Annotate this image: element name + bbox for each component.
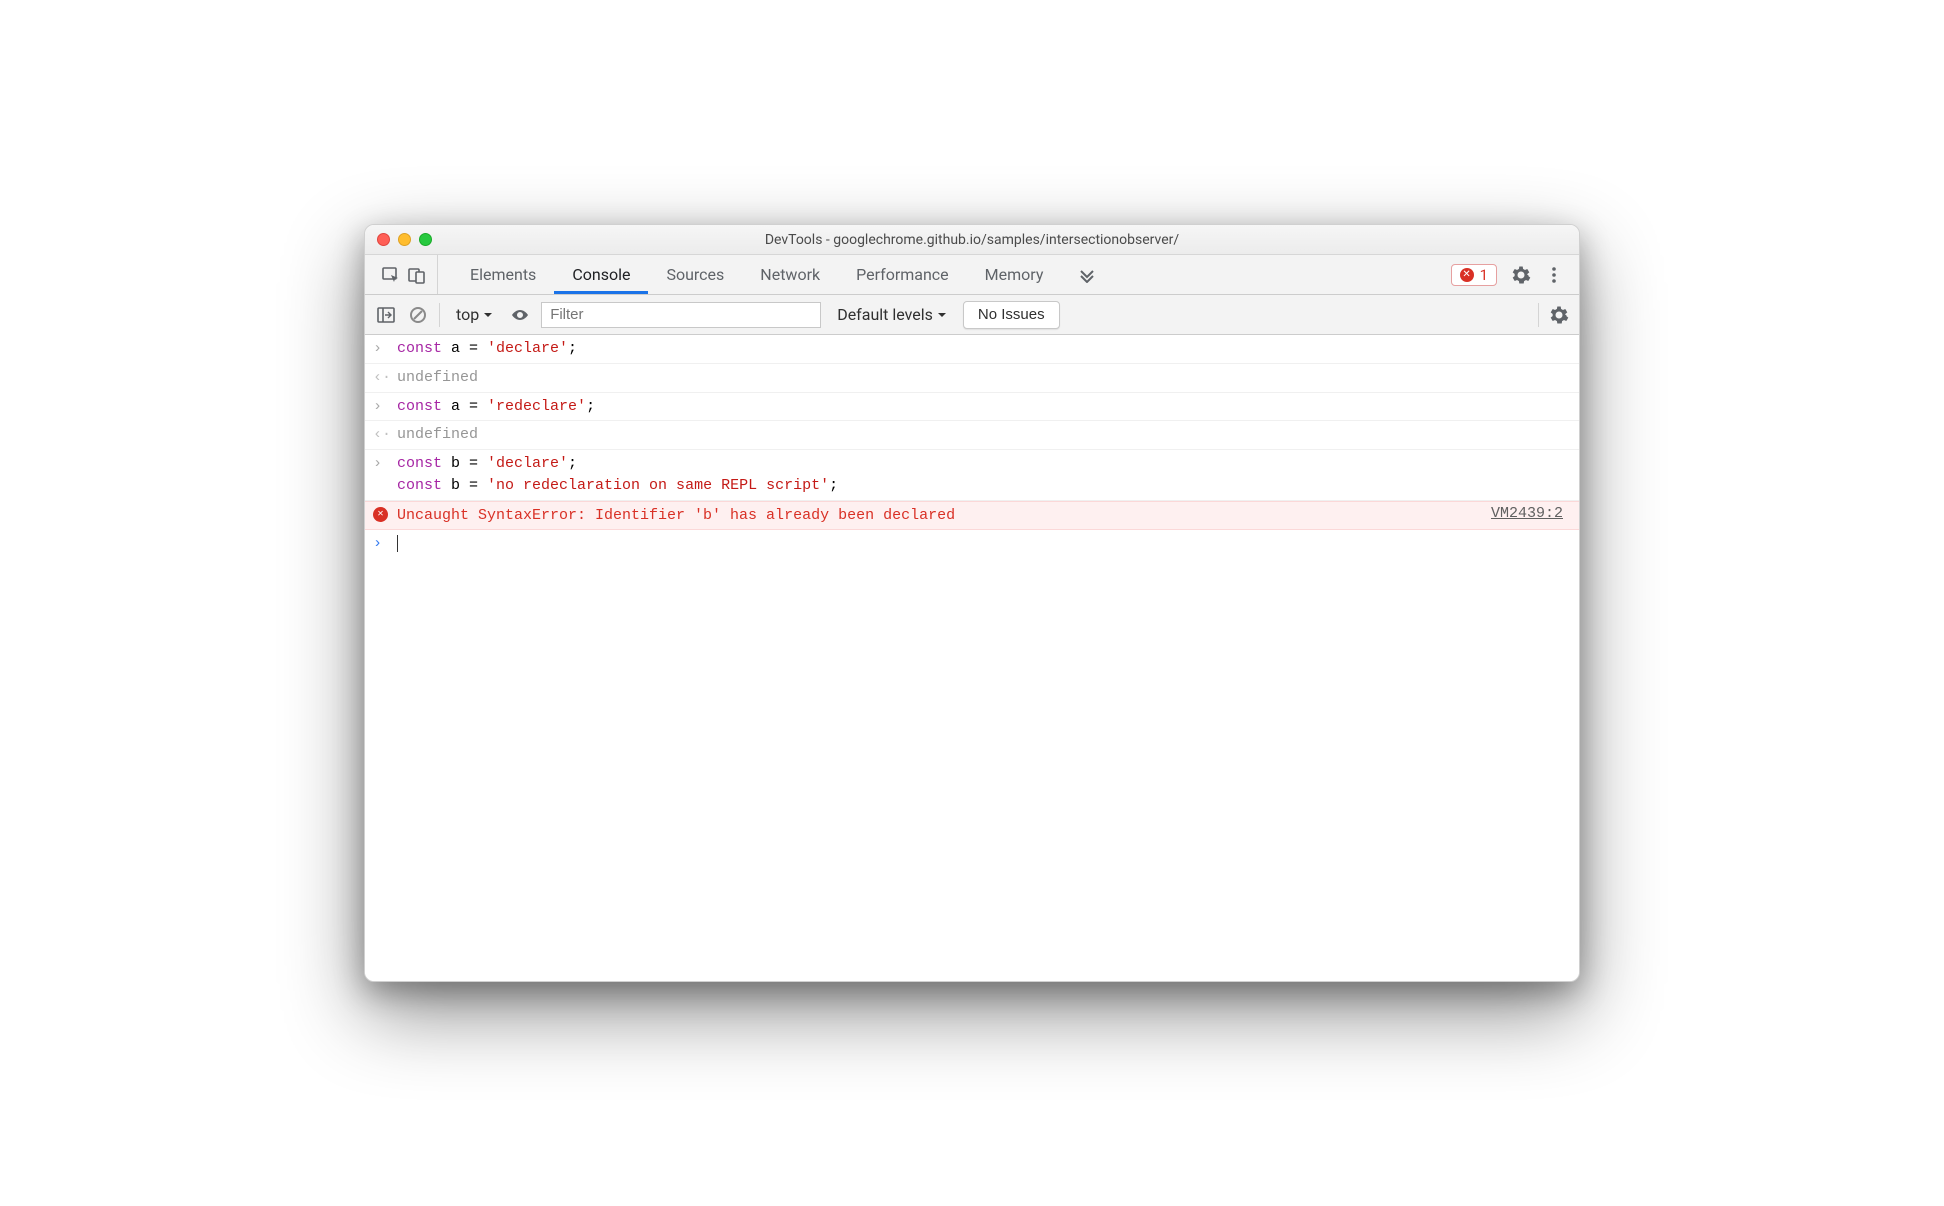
console-output-row: ‹· undefined [365,364,1579,393]
console-error-row: ✕ Uncaught SyntaxError: Identifier 'b' h… [365,501,1579,531]
error-source-link[interactable]: VM2439:2 [1491,505,1563,522]
console-toolbar: top Default levels No Issues [365,295,1579,335]
window-title: DevTools - googlechrome.github.io/sample… [365,232,1579,248]
console-output[interactable]: › const a = 'declare'; ‹· undefined › co… [365,335,1579,981]
console-settings-icon[interactable] [1549,305,1569,325]
error-message: Uncaught SyntaxError: Identifier 'b' has… [397,505,1491,527]
tab-network[interactable]: Network [742,255,838,294]
separator [439,303,440,327]
input-arrow-icon: › [373,340,382,360]
tab-memory[interactable]: Memory [967,255,1062,294]
eye-icon[interactable] [509,305,531,325]
console-input-row: › const a = 'declare'; [365,335,1579,364]
console-line: const b = 'declare'; const b = 'no redec… [397,453,1571,497]
panel-tabs: Elements Console Sources Network Perform… [438,255,1441,294]
devtools-window: DevTools - googlechrome.github.io/sample… [364,224,1580,982]
output-arrow-icon: ‹· [373,369,391,389]
tab-performance[interactable]: Performance [838,255,967,294]
tabbar: Elements Console Sources Network Perform… [365,255,1579,295]
issues-button[interactable]: No Issues [963,301,1060,329]
chevron-down-icon [937,310,947,320]
minimize-icon[interactable] [398,233,411,246]
separator [1538,303,1539,327]
tabbar-left [371,255,438,294]
chevron-down-icon [483,310,493,320]
error-icon: ✕ [373,507,388,522]
input-arrow-icon: › [373,398,382,418]
console-line: const a = 'redeclare'; [397,396,1571,418]
error-count-badge[interactable]: ✕ 1 [1451,264,1497,286]
settings-icon[interactable] [1511,265,1531,285]
error-count: 1 [1480,266,1488,284]
tabs-overflow-icon[interactable] [1061,255,1113,294]
tab-console[interactable]: Console [554,255,648,294]
maximize-icon[interactable] [419,233,432,246]
context-label: top [456,305,479,324]
more-icon[interactable] [1545,266,1563,284]
input-arrow-icon: › [373,455,382,497]
console-prompt-row[interactable]: › [365,530,1579,558]
close-icon[interactable] [377,233,390,246]
console-prompt[interactable] [397,533,1571,555]
log-levels-selector[interactable]: Default levels [831,305,953,324]
prompt-arrow-icon: › [373,535,382,555]
device-toggle-icon[interactable] [407,265,427,285]
console-input-row: › const a = 'redeclare'; [365,393,1579,422]
traffic-lights [377,233,432,246]
inspect-icon[interactable] [381,265,401,285]
context-selector[interactable]: top [450,305,499,324]
tabbar-right: ✕ 1 [1441,255,1573,294]
console-output-row: ‹· undefined [365,421,1579,450]
levels-label: Default levels [837,305,933,324]
console-input-row: › const b = 'declare'; const b = 'no red… [365,450,1579,501]
output-arrow-icon: ‹· [373,426,391,446]
tab-elements[interactable]: Elements [452,255,554,294]
console-line: const a = 'declare'; [397,338,1571,360]
console-result: undefined [397,367,1571,389]
console-result: undefined [397,424,1571,446]
text-cursor [397,535,398,552]
titlebar: DevTools - googlechrome.github.io/sample… [365,225,1579,255]
sidebar-toggle-icon[interactable] [375,306,397,324]
error-icon: ✕ [1460,268,1474,282]
filter-input[interactable] [541,302,821,328]
tab-sources[interactable]: Sources [648,255,742,294]
clear-console-icon[interactable] [407,306,429,324]
